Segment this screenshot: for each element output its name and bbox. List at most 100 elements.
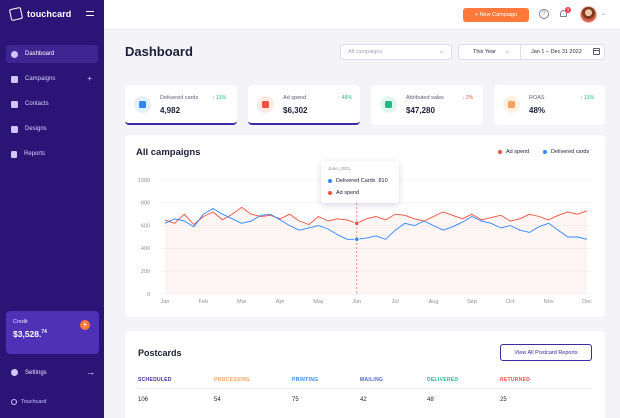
period-select[interactable]: This Year ⌄ (459, 45, 521, 59)
y-tick-label: 1000 (138, 178, 150, 184)
stat-card-delivered-cards[interactable]: Delivered cards 4,982 ↑ 13% (125, 85, 237, 125)
x-tick-label: Sep (467, 299, 477, 305)
hover-point-ad-spend (354, 220, 360, 226)
status-count-returned: 25 (500, 397, 507, 403)
legend-delivered-cards[interactable]: Delivered cards (543, 149, 589, 155)
chevron-down-icon: ⌄ (504, 49, 510, 55)
status-header-delivered: DELIVERED (427, 377, 459, 383)
sidebar-item-designs[interactable]: Designs (6, 120, 98, 138)
chart-title: All campaigns (136, 147, 201, 158)
status-count-printing: 75 (292, 397, 299, 403)
tooltip-label: Delivered Cards (336, 178, 376, 184)
stat-value: $47,280 (406, 106, 435, 115)
stat-card-ad-spend[interactable]: Ad spend $6,302 ↑ 48% (248, 85, 360, 125)
tooltip-dot (328, 191, 332, 195)
legend-dot (498, 150, 502, 154)
stat-card-attributed-sales[interactable]: Attributed sales $47,280 ↓ 2% (371, 85, 483, 125)
tooltip-dot (328, 179, 332, 183)
sales-icon (380, 96, 397, 113)
arrow-right-icon[interactable]: → (86, 367, 95, 377)
stat-delta: ↓ 2% (462, 95, 474, 101)
x-tick-label: Mar (237, 299, 247, 305)
stat-delta: ↑ 48% (338, 95, 352, 101)
status-header-returned: RETURNED (500, 377, 531, 383)
y-tick-label: 400 (141, 246, 150, 252)
chart-tooltip: June, 2021 Delivered Cards 810 Ad spend (321, 161, 399, 203)
add-credit-button[interactable]: + (80, 320, 90, 330)
sidebar-item-label: Reports (24, 151, 46, 157)
series-area-ad-spend (165, 207, 587, 294)
y-tick-label: 600 (141, 223, 150, 229)
postcard-icon (134, 96, 151, 113)
status-count-delivered: 48 (427, 397, 434, 403)
legend-dot (543, 150, 547, 154)
brand-name: touchcard (27, 9, 72, 19)
status-header-mailing: MAILING (360, 377, 384, 383)
x-tick-label: Jan (161, 299, 170, 305)
help-icon[interactable]: ? (539, 9, 549, 19)
stat-label: Delivered cards (160, 95, 199, 101)
campaign-filter-select[interactable]: All campaigns ⌄ (340, 44, 452, 60)
settings-label: Settings (25, 369, 47, 376)
tooltip-label: Ad spend (336, 190, 360, 196)
view-postcard-reports-button[interactable]: View All Postcard Reports (500, 344, 592, 361)
postcards-card: Postcards View All Postcard Reports SCHE… (125, 331, 605, 418)
bell-icon[interactable]: 3 (559, 7, 571, 19)
date-range-picker: This Year ⌄ Jan 1 – Dec 31 2022 (458, 44, 605, 60)
avatar[interactable] (580, 6, 597, 23)
status-header-processing: PROCESSING (214, 377, 251, 383)
sidebar-item-label: Contacts (25, 101, 49, 107)
sidebar-footer: Touchcard (11, 399, 46, 405)
hover-point-delivered-cards (354, 236, 360, 242)
designs-icon (11, 125, 18, 133)
tooltip-value: 810 (378, 178, 388, 184)
y-tick-label: 200 (141, 269, 150, 275)
x-tick-label: Aug (429, 299, 439, 305)
pie-chart-icon (11, 50, 18, 58)
chevron-down-icon: ⌄ (438, 49, 444, 55)
x-tick-label: Dec (582, 299, 592, 305)
bar-chart-icon (11, 150, 17, 158)
sidebar-item-campaigns[interactable]: Campaigns + (6, 70, 98, 88)
legend-ad-spend[interactable]: Ad spend (498, 149, 529, 155)
contacts-icon (11, 100, 18, 108)
postcards-title: Postcards (138, 348, 182, 358)
x-tick-label: Apr (276, 299, 285, 305)
sidebar-item-label: Designs (25, 126, 47, 132)
sidebar-item-reports[interactable]: Reports (6, 145, 98, 163)
page-title: Dashboard (125, 44, 193, 59)
tooltip-row-ad-spend: Ad spend (328, 190, 359, 196)
tooltip-row-delivered: Delivered Cards 810 (328, 178, 388, 184)
sidebar-item-dashboard[interactable]: Dashboard (6, 45, 98, 63)
touchcard-logo-icon (8, 6, 24, 22)
legend-label: Delivered cards (551, 149, 590, 155)
legend-label: Ad spend (506, 149, 530, 155)
stat-label: Ad spend (283, 95, 307, 101)
date-range-input[interactable]: Jan 1 – Dec 31 2022 (521, 45, 605, 59)
megaphone-icon (11, 75, 18, 83)
y-tick-label: 800 (141, 201, 150, 207)
x-tick-label: Jul (392, 299, 399, 305)
campaign-chart-card: 0 200 400 600 800 1000 Jan Feb Mar Apr May Jun Jul Au… (125, 135, 605, 317)
credit-card: Credit $3,528.74 + (6, 311, 99, 354)
chevron-down-icon[interactable]: ⌄ (601, 10, 606, 17)
stat-card-roas[interactable]: ROAS 48% ↑ 13% (494, 85, 605, 125)
touchcard-mark-icon (11, 399, 17, 405)
status-header-printing: PRINTING (292, 377, 319, 383)
sidebar-item-settings[interactable]: Settings → (11, 367, 95, 377)
add-campaign-icon[interactable]: + (87, 74, 92, 83)
status-count-mailing: 42 (360, 397, 367, 403)
top-bar: + New Campaign ? 3 ⌄ (104, 0, 620, 30)
stat-label: Attributed sales (406, 95, 444, 101)
new-campaign-button[interactable]: + New Campaign (463, 8, 529, 22)
x-tick-label: Feb (199, 299, 208, 305)
notification-badge: 3 (565, 7, 571, 13)
x-tick-label: Oct (506, 299, 515, 305)
sidebar-item-contacts[interactable]: Contacts (6, 95, 98, 113)
stat-value: $6,302 (283, 106, 308, 115)
sidebar-item-label: Dashboard (25, 51, 55, 57)
brand[interactable]: touchcard (8, 6, 72, 22)
menu-toggle-icon[interactable] (86, 11, 94, 19)
gear-icon (11, 369, 18, 376)
stat-label: ROAS (529, 95, 545, 101)
